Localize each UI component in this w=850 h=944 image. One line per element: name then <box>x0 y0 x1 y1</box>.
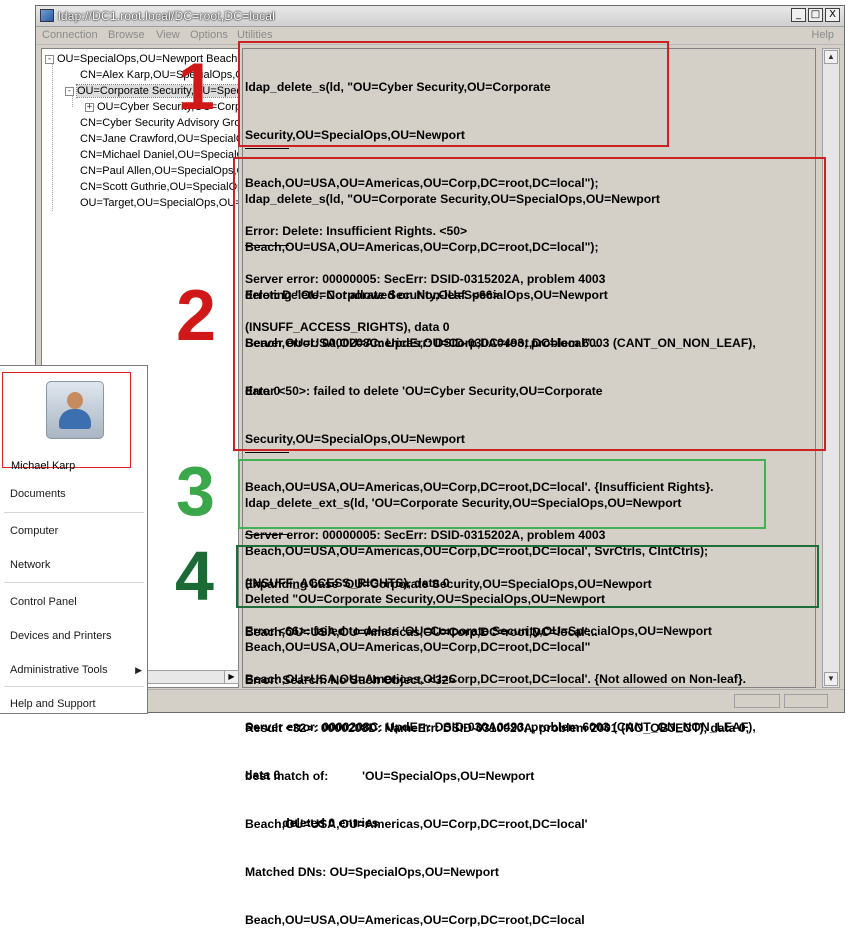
start-menu-computer[interactable]: Computer <box>10 525 58 537</box>
user-tile[interactable]: Michael Karp <box>2 372 131 472</box>
submenu-arrow-icon: ▶ <box>135 665 142 675</box>
title-bar[interactable]: ldap://DC1.root.local/DC=root,DC=local _… <box>36 6 844 27</box>
tree-item[interactable]: CN=Michael Daniel,OU=SpecialOps <box>80 148 238 162</box>
tree-item-label: CN=Michael Daniel,OU=SpecialOps <box>80 149 238 161</box>
scroll-down-icon[interactable]: ▼ <box>824 672 838 686</box>
menu-view[interactable]: View <box>156 29 180 41</box>
log-line: best match of: 'OU=SpecialOps,OU=Newport <box>245 769 535 783</box>
log-line: Matched DNs: OU=SpecialOps,OU=Newport <box>245 865 499 879</box>
collapse-icon[interactable]: - <box>65 86 74 96</box>
tree-connector <box>52 63 53 211</box>
log-separator <box>245 148 289 149</box>
start-menu-help-and-support[interactable]: Help and Support <box>10 698 96 710</box>
tree-item-label: CN=Cyber Security Advisory Group <box>80 117 239 129</box>
tree-item[interactable]: CN=Scott Guthrie,OU=SpecialOps <box>80 180 239 194</box>
close-button[interactable]: X <box>825 8 840 22</box>
menu-options[interactable]: Options <box>190 29 228 41</box>
window-title: ldap://DC1.root.local/DC=root,DC=local <box>58 9 276 23</box>
tree-item-label: CN=Jane Crawford,OU=SpecialOps <box>80 133 239 145</box>
tree-item[interactable]: OU=Target,OU=SpecialOps,OU=N <box>80 196 239 210</box>
log-line: Beach,OU=USA,OU=Americas,OU=Corp,DC=root… <box>245 625 598 639</box>
annotation-box-4 <box>236 545 819 608</box>
user-name[interactable]: Michael Karp <box>11 460 75 472</box>
tree-item-label: OU=Target,OU=SpecialOps,OU=N <box>80 197 239 209</box>
minimize-button[interactable]: _ <box>791 8 806 22</box>
log-separator <box>245 534 289 535</box>
annotation-box-3 <box>238 459 766 529</box>
avatar-head <box>67 392 83 409</box>
tree-item-label: CN=Alex Karp,OU=SpecialOps,OU=Newport <box>80 69 238 81</box>
start-menu-administrative-tools[interactable]: Administrative Tools ▶ <box>10 664 142 676</box>
start-menu-devices-and-printers[interactable]: Devices and Printers <box>10 630 112 642</box>
tree-item[interactable]: CN=Cyber Security Advisory Group <box>80 116 239 130</box>
menu-divider <box>4 686 144 687</box>
start-menu-item-label: Administrative Tools <box>10 664 108 676</box>
ldp-app-icon <box>40 9 54 22</box>
tree-item[interactable]: CN=Jane Crawford,OU=SpecialOps <box>80 132 239 146</box>
tree-item[interactable]: +OU=Cyber Security,OU=Corporate <box>85 100 238 114</box>
log-line: Beach,OU=USA,OU=Americas,OU=Corp,DC=root… <box>245 913 585 927</box>
user-avatar-icon[interactable] <box>46 381 104 439</box>
menu-utilities[interactable]: Utilities <box>237 29 272 41</box>
tree-item-label: CN=Scott Guthrie,OU=SpecialOps <box>80 181 239 193</box>
annotation-number-3: 3 <box>176 452 215 530</box>
annotation-box-2 <box>233 157 826 451</box>
start-menu-documents[interactable]: Documents <box>10 488 66 500</box>
log-line: Result <32>: 0000208D: NameErr: DSID-031… <box>245 721 749 735</box>
menu-browse[interactable]: Browse <box>108 29 145 41</box>
expand-icon[interactable]: + <box>85 102 94 112</box>
maximize-button[interactable]: □ <box>808 8 823 22</box>
start-menu: Michael Karp Documents Computer Network … <box>0 365 148 714</box>
start-menu-network[interactable]: Network <box>10 559 50 571</box>
tree-item[interactable]: CN=Paul Allen,OU=SpecialOps,OU=N <box>80 164 238 178</box>
tree-item[interactable]: CN=Alex Karp,OU=SpecialOps,OU=Newport <box>80 68 238 82</box>
menu-divider <box>4 512 144 513</box>
annotation-number-2: 2 <box>176 276 217 356</box>
tree-item-label: CN=Paul Allen,OU=SpecialOps,OU=N <box>80 165 238 177</box>
avatar-body <box>59 409 91 429</box>
scroll-up-icon[interactable]: ▲ <box>824 50 838 64</box>
annotation-number-4: 4 <box>175 537 214 615</box>
log-line: Beach,OU=USA,OU=Americas,OU=Corp,DC=root… <box>245 817 588 831</box>
menu-help[interactable]: Help <box>811 29 834 41</box>
menu-divider <box>4 582 144 583</box>
start-menu-control-panel[interactable]: Control Panel <box>10 596 77 608</box>
annotation-number-1: 1 <box>178 49 215 123</box>
annotation-box-1 <box>238 41 669 147</box>
menu-connection[interactable]: Connection <box>42 29 98 41</box>
tree-item-label: OU=Cyber Security,OU=Corporate <box>97 101 238 113</box>
collapse-icon[interactable]: - <box>45 54 54 64</box>
log-line: Error: Search: No Such Object. <32> <box>245 673 456 687</box>
scroll-right-icon[interactable]: ▶ <box>224 671 238 683</box>
log-separator <box>245 452 289 453</box>
